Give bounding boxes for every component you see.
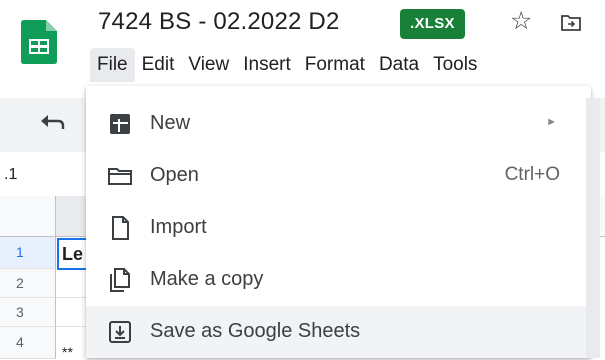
google-sheets-logo-icon[interactable] bbox=[21, 20, 57, 64]
cell-reference[interactable]: .1 bbox=[4, 166, 17, 184]
menu-edit[interactable]: Edit bbox=[135, 48, 182, 82]
spreadsheet-new-icon bbox=[110, 114, 130, 134]
file-menu-scrollbar[interactable] bbox=[586, 98, 600, 358]
file-menu-make-copy[interactable]: Make a copy bbox=[86, 254, 591, 306]
file-menu-dropdown: New ► Open Ctrl+O Import Make a copy Sav… bbox=[86, 86, 591, 358]
row-header-4[interactable]: 4 bbox=[0, 327, 56, 359]
file-menu-import-label: Import bbox=[150, 216, 207, 238]
file-format-badge: .XLSX bbox=[400, 9, 465, 39]
menu-bar: File Edit View Insert Format Data Tools bbox=[90, 48, 484, 84]
submenu-arrow-icon: ► bbox=[546, 116, 557, 128]
document-title[interactable]: 7424 BS - 02.2022 D2 bbox=[98, 8, 340, 36]
file-menu-import[interactable]: Import bbox=[86, 202, 591, 254]
menu-view[interactable]: View bbox=[181, 48, 236, 82]
menu-data[interactable]: Data bbox=[372, 48, 426, 82]
star-outline-icon[interactable]: ☆ bbox=[510, 6, 532, 36]
menu-tools[interactable]: Tools bbox=[426, 48, 484, 82]
save-to-drive-icon bbox=[109, 321, 131, 343]
row-header-2[interactable]: 2 bbox=[0, 269, 56, 298]
folder-icon bbox=[108, 168, 132, 185]
file-menu-open-shortcut: Ctrl+O bbox=[504, 164, 560, 185]
copy-file-icon bbox=[110, 268, 130, 292]
file-menu-open-label: Open bbox=[150, 164, 199, 186]
row-header-1[interactable]: 1 bbox=[0, 237, 56, 269]
undo-icon[interactable] bbox=[38, 113, 66, 135]
menu-insert[interactable]: Insert bbox=[236, 48, 298, 82]
file-menu-new[interactable]: New ► bbox=[86, 98, 591, 150]
file-menu-open[interactable]: Open Ctrl+O bbox=[86, 150, 591, 202]
file-menu-new-label: New bbox=[150, 112, 191, 134]
menu-file[interactable]: File bbox=[90, 48, 135, 82]
file-import-icon bbox=[112, 216, 129, 240]
menu-format[interactable]: Format bbox=[298, 48, 372, 82]
move-to-folder-icon[interactable] bbox=[560, 12, 582, 32]
file-menu-make-copy-label: Make a copy bbox=[150, 268, 264, 290]
row-header-3[interactable]: 3 bbox=[0, 298, 56, 327]
file-menu-save-as-sheets[interactable]: Save as Google Sheets bbox=[86, 306, 591, 358]
file-menu-save-as-sheets-label: Save as Google Sheets bbox=[150, 320, 361, 342]
